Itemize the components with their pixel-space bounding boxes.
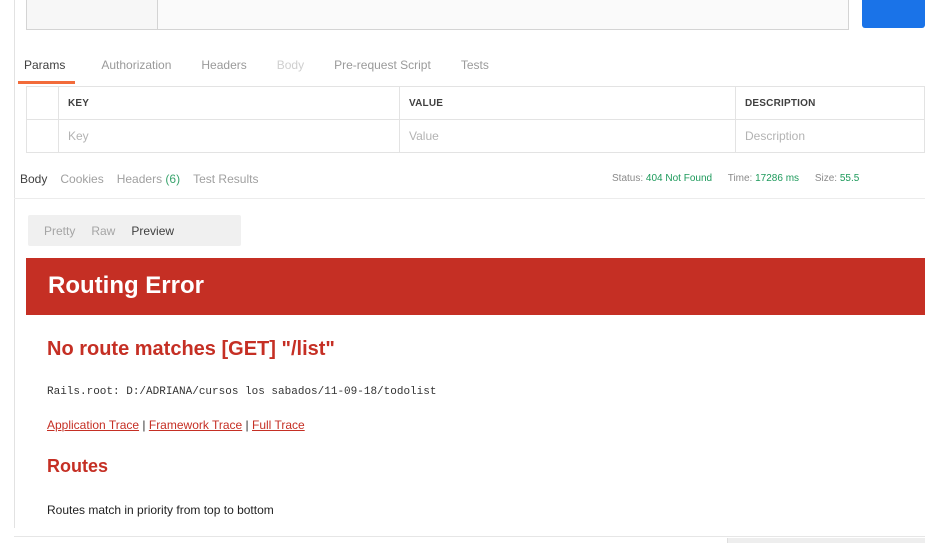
method-selector[interactable] [26,0,158,30]
response-tabs: Body Cookies Headers (6) Test Results [20,172,271,186]
application-trace-link[interactable]: Application Trace [47,418,139,432]
tab-params[interactable]: Params [18,52,76,84]
tab-test-results[interactable]: Test Results [193,172,258,186]
time-value: 17286 ms [755,173,800,184]
trace-separator: | [139,418,149,432]
request-tabs: Params Authorization Headers Body Pre-re… [18,52,519,84]
url-input[interactable] [157,0,849,30]
view-raw-button[interactable]: Raw [75,224,115,238]
key-column-header: KEY [58,86,400,120]
table-row: Key Value Description [26,119,925,153]
tab-headers[interactable]: Headers [201,52,246,84]
tab-pre-request-script[interactable]: Pre-request Script [334,52,431,84]
tab-response-headers[interactable]: Headers (6) [117,172,180,186]
headers-count-badge: (6) [165,172,181,186]
time-label: Time: [727,173,753,184]
status-value: 404 Not Found [645,173,713,184]
size-label: Size: [814,173,838,184]
full-trace-link[interactable]: Full Trace [252,418,305,432]
panel-divider [14,0,15,528]
rails-root-path: Rails.root: D:/ADRIANA/cursos los sabado… [47,386,437,398]
description-input[interactable]: Description [735,119,925,153]
view-preview-button[interactable]: Preview [115,224,174,238]
checkbox-column-header [26,86,59,120]
error-banner: Routing Error [26,258,925,315]
response-status: Status: 404 Not Found Time: 17286 ms Siz… [612,173,872,184]
view-pretty-button[interactable]: Pretty [28,224,75,238]
divider [14,198,925,199]
tab-body[interactable]: Body [277,52,304,84]
params-table: KEY VALUE DESCRIPTION Key Value Descript… [26,86,925,153]
description-column-header: DESCRIPTION [735,86,925,120]
value-column-header: VALUE [399,86,736,120]
trace-links: Application Trace | Framework Trace | Fu… [47,418,305,432]
headers-label: Headers [116,172,163,186]
error-title: Routing Error [48,272,204,299]
tab-tests[interactable]: Tests [461,52,489,84]
key-input[interactable]: Key [58,119,400,153]
table-header-row: KEY VALUE DESCRIPTION [26,86,925,120]
tab-cookies[interactable]: Cookies [60,172,103,186]
request-bar [0,0,925,40]
routes-heading: Routes [47,456,109,476]
row-checkbox[interactable] [26,119,59,153]
routes-description: Routes match in priority from top to bot… [47,503,274,517]
send-button[interactable] [862,0,925,28]
size-value: 55.5 [839,173,860,184]
error-message: No route matches [GET] "/list" [47,338,335,360]
status-label: Status: [612,173,644,184]
tab-authorization[interactable]: Authorization [101,52,171,84]
size-item: Size: 55.5 [815,173,859,184]
divider [14,536,925,537]
tab-response-body[interactable]: Body [20,172,47,186]
framework-trace-link[interactable]: Framework Trace [149,418,242,432]
status-item: Status: 404 Not Found [612,173,712,184]
value-input[interactable]: Value [399,119,736,153]
time-item: Time: 17286 ms [728,173,799,184]
trace-separator: | [242,418,253,432]
view-mode-switch: Pretty Raw Preview [28,215,241,246]
bottom-panel-edge [727,538,925,543]
